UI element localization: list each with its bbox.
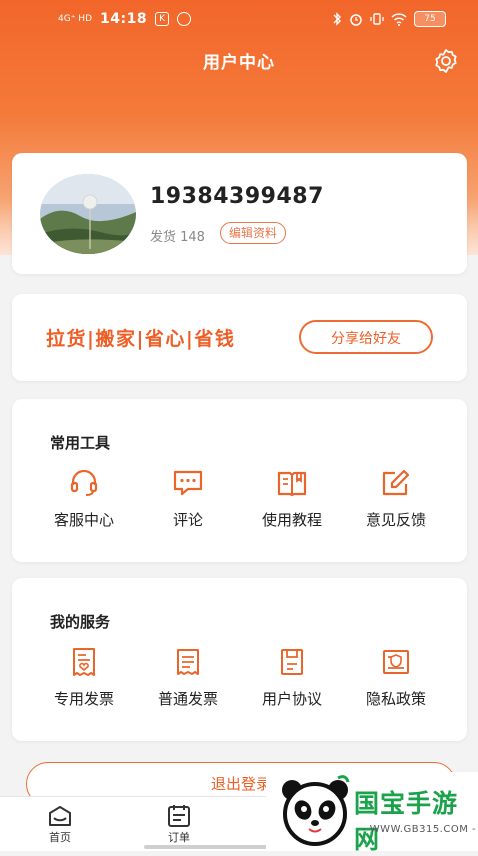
chat-bubble-icon bbox=[173, 470, 203, 496]
page-title: 用户中心 bbox=[203, 53, 275, 73]
tools-card: 常用工具 客服中心 评论 使用教程 意见反馈 bbox=[12, 399, 467, 562]
vibrate-icon bbox=[370, 13, 384, 25]
tab-orders[interactable]: 订单 bbox=[149, 803, 209, 845]
tab-label: 首页 bbox=[49, 831, 71, 844]
tool-label: 使用教程 bbox=[261, 511, 322, 529]
service-special-invoice[interactable]: 专用发票 bbox=[32, 646, 136, 709]
tool-customer-service[interactable]: 客服中心 bbox=[32, 467, 136, 530]
wifi-icon bbox=[391, 12, 407, 26]
privacy-icon bbox=[383, 650, 409, 674]
alarm-icon bbox=[350, 14, 362, 26]
service-label: 普通发票 bbox=[157, 690, 218, 708]
message-notification-icon bbox=[177, 12, 192, 26]
share-button[interactable]: 分享给好友 bbox=[299, 320, 433, 354]
watermark-url: - WWW.GB315.COM - bbox=[362, 824, 477, 835]
tool-tutorial[interactable]: 使用教程 bbox=[240, 467, 344, 530]
service-label: 用户协议 bbox=[261, 690, 322, 708]
services-card: 我的服务 专用发票 普通发票 用户协议 隐私政策 bbox=[12, 578, 467, 741]
edit-profile-button[interactable]: 编辑资料 bbox=[220, 222, 287, 244]
agreement-icon bbox=[281, 649, 303, 675]
service-label: 隐私政策 bbox=[365, 690, 426, 708]
app-notification-icon: K bbox=[155, 12, 170, 26]
order-icon bbox=[168, 805, 190, 827]
service-label: 专用发票 bbox=[53, 690, 114, 708]
watermark-name: 国宝手游网 bbox=[354, 789, 459, 854]
tab-label: 订单 bbox=[168, 831, 190, 844]
shipment-count: 发货 148 bbox=[150, 230, 205, 245]
panda-logo-icon bbox=[282, 775, 350, 846]
profile-card: 19384399487 发货 148 编辑资料 bbox=[12, 153, 467, 274]
status-time: 14:18 bbox=[100, 11, 148, 27]
gear-icon[interactable] bbox=[432, 47, 460, 75]
invoice-icon bbox=[177, 649, 199, 675]
service-privacy-policy[interactable]: 隐私政策 bbox=[344, 646, 448, 709]
bluetooth-icon bbox=[333, 12, 341, 26]
promo-card: 拉货|搬家|省心|省钱 分享给好友 bbox=[12, 294, 467, 381]
service-invoice[interactable]: 普通发票 bbox=[136, 646, 240, 709]
feedback-edit-icon bbox=[382, 469, 410, 496]
tool-feedback[interactable]: 意见反馈 bbox=[344, 467, 448, 530]
tool-label: 评论 bbox=[172, 511, 203, 529]
special-invoice-icon bbox=[73, 648, 95, 676]
tool-label: 客服中心 bbox=[53, 511, 114, 529]
user-phone: 19384399487 bbox=[150, 184, 324, 209]
network-indicator: 4G⁺ HD bbox=[58, 13, 93, 24]
tool-comments[interactable]: 评论 bbox=[136, 467, 240, 530]
tools-title: 常用工具 bbox=[50, 434, 111, 452]
status-bar: 4G⁺ HD 14:18 K 75 bbox=[0, 8, 478, 32]
watermark: 国宝手游网 - WWW.GB315.COM - bbox=[266, 772, 478, 854]
headset-icon bbox=[70, 469, 98, 496]
service-user-agreement[interactable]: 用户协议 bbox=[240, 646, 344, 709]
tool-label: 意见反馈 bbox=[365, 511, 426, 529]
home-icon bbox=[49, 806, 71, 826]
tab-home[interactable]: 首页 bbox=[30, 803, 90, 845]
book-icon bbox=[277, 471, 307, 497]
services-title: 我的服务 bbox=[50, 613, 111, 631]
battery-icon: 75 bbox=[414, 11, 446, 27]
promo-slogan: 拉货|搬家|省心|省钱 bbox=[46, 328, 236, 350]
avatar[interactable] bbox=[40, 174, 136, 254]
